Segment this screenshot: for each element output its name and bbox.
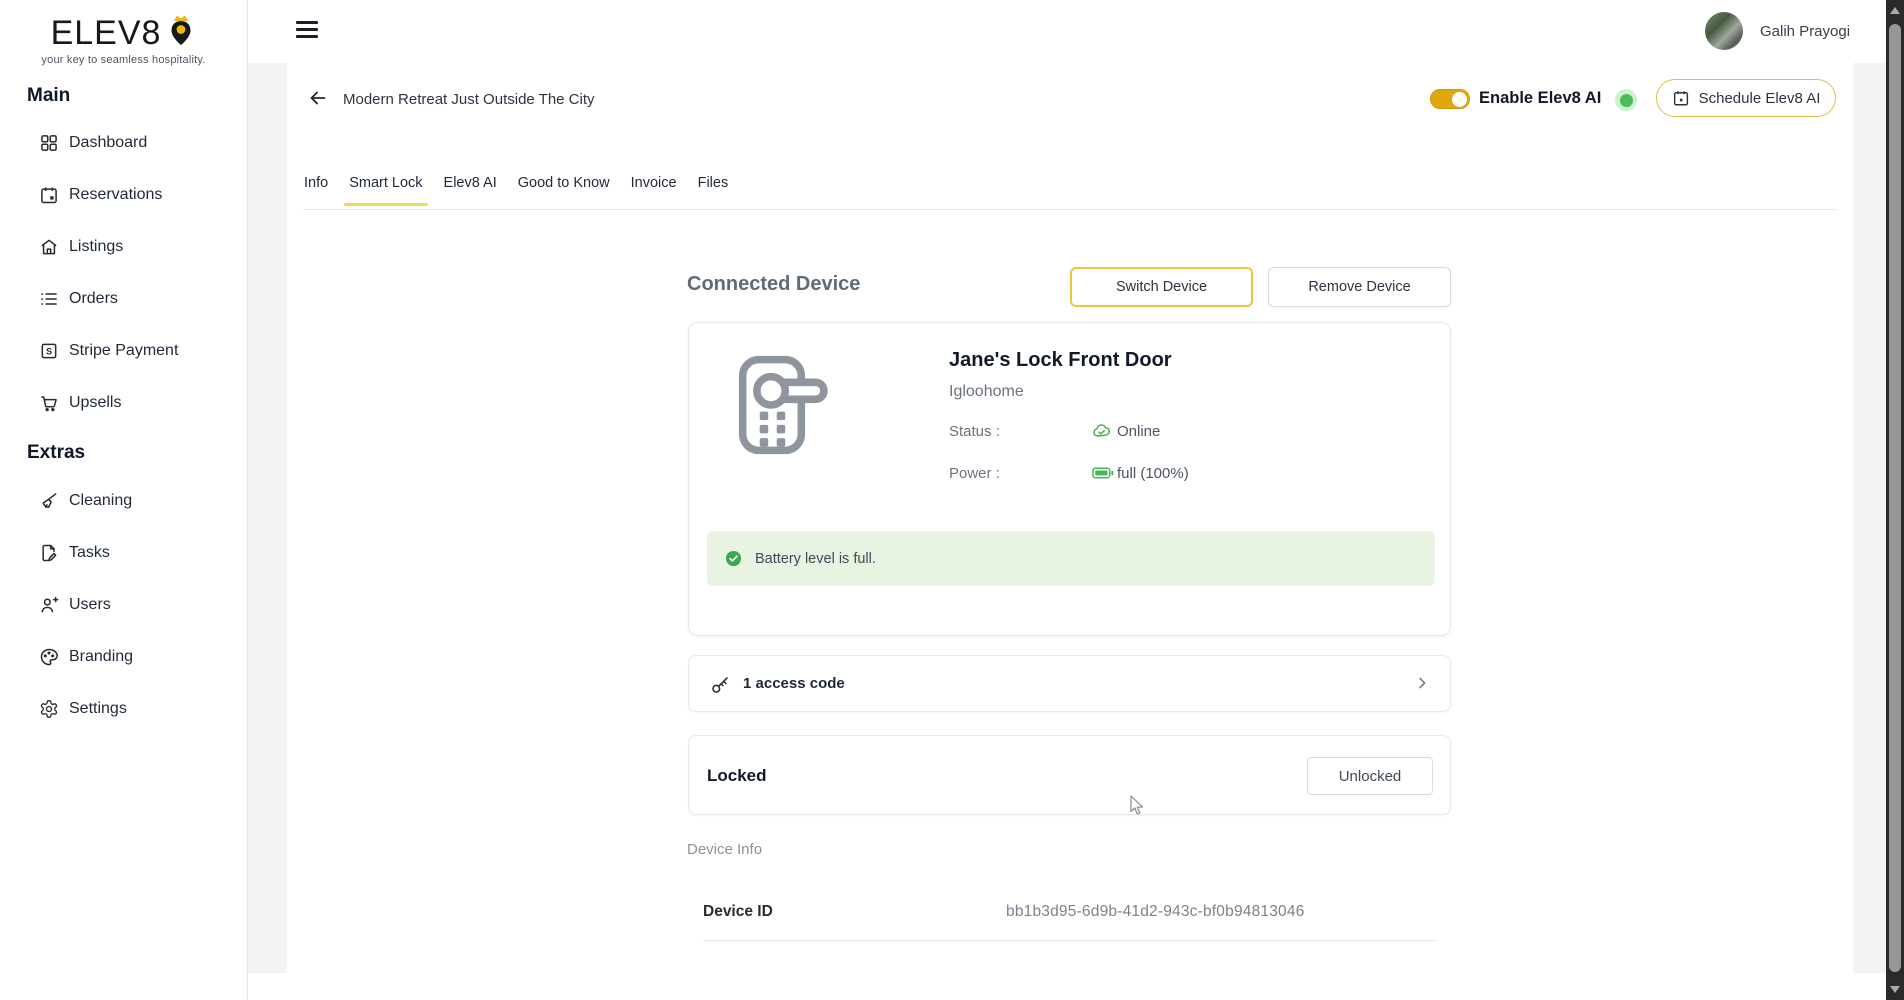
calendar-icon — [39, 185, 59, 205]
back-button[interactable] — [305, 85, 331, 111]
dashboard-grid-icon — [39, 133, 59, 153]
scrollbar-up-arrow-icon[interactable] — [1890, 7, 1900, 14]
cart-icon — [39, 393, 59, 413]
switch-device-button[interactable]: Switch Device — [1070, 267, 1253, 307]
stripe-s-icon: S — [39, 341, 59, 361]
user-plus-icon — [39, 595, 59, 615]
lock-state-label: Locked — [707, 766, 767, 786]
smart-lock-icon — [733, 353, 828, 462]
user-avatar[interactable] — [1705, 12, 1743, 50]
sidebar-item-label: Cleaning — [69, 492, 132, 510]
sidebar: ELEV8 your key to seamless hospitality. … — [0, 0, 248, 1000]
sidebar-item-stripe-payment[interactable]: S Stripe Payment — [0, 325, 248, 377]
device-info-title: Device Info — [687, 841, 762, 858]
battery-full-icon — [1092, 467, 1114, 479]
home-icon — [39, 237, 59, 257]
power-label: Power : — [949, 465, 1000, 482]
page-title: Modern Retreat Just Outside The City — [343, 91, 595, 108]
schedule-ai-button-label: Schedule Elev8 AI — [1699, 90, 1821, 107]
sidebar-item-cleaning[interactable]: Cleaning — [0, 475, 248, 527]
brand-name: ELEV8 — [51, 14, 162, 53]
chevron-right-icon — [1414, 675, 1430, 691]
user-name: Galih Prayogi — [1760, 23, 1850, 40]
brand-tagline: your key to seamless hospitality. — [0, 54, 247, 66]
sidebar-item-label: Reservations — [69, 186, 162, 204]
unlocked-button[interactable]: Unlocked — [1307, 757, 1433, 795]
arrow-left-icon — [307, 87, 329, 109]
sidebar-item-tasks[interactable]: Tasks — [0, 527, 248, 579]
sidebar-item-label: Tasks — [69, 544, 110, 562]
remove-device-button[interactable]: Remove Device — [1268, 267, 1451, 307]
sidebar-item-settings[interactable]: Settings — [0, 683, 248, 735]
task-pen-icon — [39, 543, 59, 563]
cloud-online-icon — [1092, 423, 1112, 439]
lock-state-card: Locked Unlocked — [688, 735, 1451, 815]
device-name: Jane's Lock Front Door — [949, 349, 1172, 372]
menu-hamburger-icon[interactable] — [296, 21, 318, 39]
broom-icon — [39, 491, 59, 511]
enable-ai-toggle[interactable] — [1430, 89, 1470, 109]
enable-ai-toggle-label: Enable Elev8 AI — [1479, 89, 1601, 108]
brand-logo[interactable]: ELEV8 — [0, 12, 247, 55]
sidebar-item-branding[interactable]: Branding — [0, 631, 248, 683]
svg-text:S: S — [46, 347, 52, 357]
device-vendor: Igloohome — [949, 383, 1024, 401]
access-codes-label: 1 access code — [743, 675, 845, 692]
access-codes-row[interactable]: 1 access code — [688, 655, 1451, 712]
vertical-scrollbar[interactable] — [1886, 0, 1904, 1000]
device-card: Jane's Lock Front Door Igloohome Status … — [688, 322, 1451, 636]
sidebar-item-users[interactable]: Users — [0, 579, 248, 631]
ai-status-dot — [1615, 89, 1637, 111]
sidebar-item-label: Branding — [69, 648, 133, 666]
sidebar-section-main: Main — [27, 85, 70, 107]
device-id-divider — [703, 940, 1436, 941]
scrollbar-thumb[interactable] — [1889, 24, 1901, 972]
device-id-label: Device ID — [703, 903, 773, 921]
sidebar-item-label: Dashboard — [69, 134, 147, 152]
sidebar-item-upsells[interactable]: Upsells — [0, 377, 248, 429]
sidebar-item-label: Settings — [69, 700, 127, 718]
tab-invoice[interactable]: Invoice — [631, 175, 677, 206]
palette-icon — [39, 647, 59, 667]
scrollbar-down-arrow-icon[interactable] — [1890, 986, 1900, 993]
sidebar-item-label: Orders — [69, 290, 118, 308]
sidebar-item-label: Listings — [69, 238, 123, 256]
battery-alert-text: Battery level is full. — [755, 551, 876, 567]
connected-device-title: Connected Device — [687, 273, 860, 296]
schedule-ai-button[interactable]: Schedule Elev8 AI — [1656, 79, 1836, 117]
gear-icon — [39, 699, 59, 719]
device-id-value: bb1b3d95-6d9b-41d2-943c-bf0b94813046 — [1006, 903, 1305, 921]
tab-bar: Info Smart Lock Elev8 AI Good to Know In… — [304, 175, 728, 206]
key-icon — [710, 674, 731, 695]
sidebar-item-dashboard[interactable]: Dashboard — [0, 117, 248, 169]
tab-smart-lock[interactable]: Smart Lock — [349, 175, 422, 206]
sidebar-section-extras: Extras — [27, 442, 85, 464]
sidebar-item-listings[interactable]: Listings — [0, 221, 248, 273]
sidebar-item-reservations[interactable]: Reservations — [0, 169, 248, 221]
topbar: Galih Prayogi — [248, 0, 1886, 63]
app-window: ELEV8 your key to seamless hospitality. … — [0, 0, 1904, 1000]
brand-pin-icon — [166, 12, 196, 55]
list-icon — [39, 289, 59, 309]
battery-alert: Battery level is full. — [707, 531, 1435, 586]
content-card: Modern Retreat Just Outside The City Ena… — [287, 63, 1853, 997]
tab-divider — [303, 209, 1838, 210]
status-value: Online — [1117, 423, 1160, 440]
status-label: Status : — [949, 423, 1000, 440]
calendar-icon — [1672, 89, 1690, 107]
power-value: full (100%) — [1117, 465, 1189, 482]
tab-elev8-ai[interactable]: Elev8 AI — [444, 175, 497, 206]
tab-files[interactable]: Files — [698, 175, 729, 206]
check-circle-icon — [725, 550, 742, 567]
sidebar-item-label: Stripe Payment — [69, 342, 178, 360]
tab-info[interactable]: Info — [304, 175, 328, 206]
sidebar-item-label: Users — [69, 596, 111, 614]
sidebar-item-orders[interactable]: Orders — [0, 273, 248, 325]
tab-good-to-know[interactable]: Good to Know — [518, 175, 610, 206]
sidebar-item-label: Upsells — [69, 394, 121, 412]
